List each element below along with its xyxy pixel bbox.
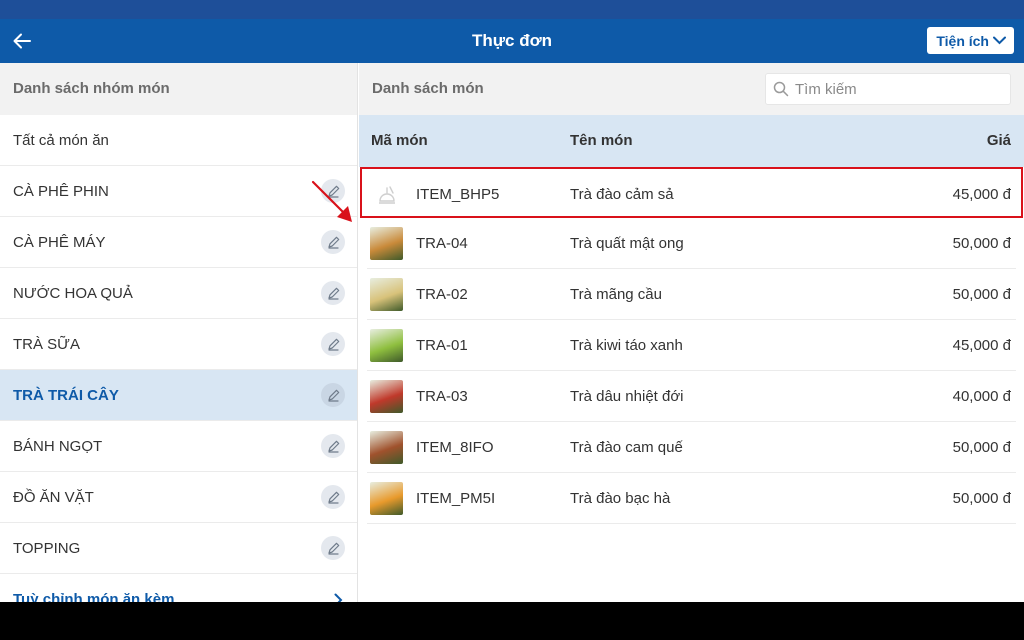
item-code: ITEM_8IFO [416, 439, 494, 456]
item-price: 50,000 đ [952, 286, 1011, 303]
column-header-name: Tên món [570, 132, 633, 149]
table-row[interactable]: ITEM_BHP5 Trà đào cảm sả 45,000 đ [360, 167, 1023, 218]
table-row[interactable]: TRA-02 Trà mãng cầu 50,000 đ [367, 269, 1016, 320]
item-name: Trà kiwi táo xanh [570, 337, 683, 354]
annotation-arrow [311, 180, 352, 222]
utility-label: Tiện ích [936, 32, 989, 49]
pencil-icon [327, 338, 339, 351]
search-icon [773, 81, 789, 97]
item-price: 40,000 đ [952, 388, 1011, 405]
item-name: Trà đào bạc hà [570, 490, 671, 507]
table-row[interactable]: ITEM_PM5I Trà đào bạc hà 50,000 đ [367, 473, 1016, 524]
table-row[interactable]: ITEM_8IFO Trà đào cam quế 50,000 đ [367, 422, 1016, 473]
main-content: Danh sách nhóm món Tất cả món ăn CÀ PHÊ P… [0, 63, 1024, 602]
edit-group-button[interactable] [321, 281, 345, 305]
utility-dropdown-button[interactable]: Tiện ích [927, 27, 1014, 54]
page-title: Thực đơn [471, 31, 553, 50]
group-list: Tất cả món ăn CÀ PHÊ PHIN CÀ PHÊ MÁY NƯỚC H… [0, 115, 357, 574]
group-item-label: CÀ PHÊ MÁY [13, 234, 106, 251]
item-list-panel: Danh sách món Mã món Tên món Giá ITEM_BH… [359, 63, 1024, 602]
item-code: TRA-04 [416, 235, 468, 252]
item-name: Trà đào cam quế [570, 439, 683, 456]
group-item-label: CÀ PHÊ PHIN [13, 183, 109, 200]
item-code: TRA-03 [416, 388, 468, 405]
group-item[interactable]: ĐỒ ĂN VẶT [0, 472, 357, 523]
group-item-label: TRÀ SỮA [13, 336, 80, 353]
group-item[interactable]: Tất cả món ăn [0, 115, 357, 166]
group-item[interactable]: CÀ PHÊ MÁY [0, 217, 357, 268]
group-item-label: BÁNH NGỌT [13, 438, 103, 455]
item-code: TRA-01 [416, 337, 468, 354]
item-thumbnail [370, 227, 403, 260]
group-item[interactable]: BÁNH NGỌT [0, 421, 357, 472]
column-header-price: Giá [986, 132, 1011, 149]
status-bar [0, 0, 1024, 19]
edit-group-button[interactable] [321, 536, 345, 560]
table-header: Mã món Tên món Giá [359, 115, 1024, 167]
group-item[interactable]: CÀ PHÊ PHIN [0, 166, 357, 217]
group-item-label: ĐỒ ĂN VẶT [13, 489, 94, 506]
item-code: ITEM_BHP5 [416, 186, 500, 203]
item-table-body: ITEM_BHP5 Trà đào cảm sả 45,000 đ TRA-04 Trà… [359, 167, 1024, 524]
pencil-icon [327, 389, 339, 402]
chevron-right-icon [334, 593, 343, 602]
item-name: Trà quất mật ong [570, 235, 684, 252]
pencil-icon [327, 491, 339, 504]
group-item-label: TOPPING [13, 540, 81, 557]
item-code: ITEM_PM5I [416, 490, 496, 507]
pencil-icon [327, 440, 339, 453]
pencil-icon [327, 542, 339, 555]
table-row[interactable]: TRA-01 Trà kiwi táo xanh 45,000 đ [367, 320, 1016, 371]
item-price: 50,000 đ [952, 439, 1011, 456]
item-code: TRA-02 [416, 286, 468, 303]
group-item-label: Tất cả món ăn [13, 132, 109, 149]
group-item[interactable]: TRÀ SỮA [0, 319, 357, 370]
edit-group-button[interactable] [321, 332, 345, 356]
item-price: 45,000 đ [952, 186, 1011, 203]
group-item-label: TRÀ TRÁI CÂY [13, 387, 119, 404]
custom-side-dish-link[interactable]: Tuỳ chỉnh món ăn kèm [0, 574, 357, 602]
custom-side-dish-label: Tuỳ chỉnh món ăn kèm [13, 591, 175, 602]
edit-group-button[interactable] [321, 485, 345, 509]
search-input[interactable] [795, 80, 995, 98]
chevron-down-icon [993, 36, 1006, 45]
table-row[interactable]: TRA-04 Trà quất mật ong 50,000 đ [367, 218, 1016, 269]
item-thumbnail [370, 431, 403, 464]
app-bar: Thực đơn Tiện ích [0, 19, 1024, 63]
bottom-bar [0, 602, 1024, 640]
food-placeholder-icon [370, 178, 403, 211]
group-item-label: NƯỚC HOA QUẢ [13, 285, 133, 302]
item-price: 45,000 đ [952, 337, 1011, 354]
group-item[interactable]: TRÀ TRÁI CÂY [0, 370, 357, 421]
pencil-icon [327, 236, 339, 249]
item-list-title: Danh sách món [372, 80, 484, 97]
item-thumbnail [370, 278, 403, 311]
group-list-panel: Danh sách nhóm món Tất cả món ăn CÀ PHÊ P… [0, 63, 358, 602]
item-name: Trà dâu nhiệt đới [570, 388, 684, 405]
group-list-header: Danh sách nhóm món [0, 63, 357, 115]
item-price: 50,000 đ [952, 235, 1011, 252]
edit-group-button[interactable] [321, 434, 345, 458]
item-list-header: Danh sách món [359, 63, 1024, 115]
pencil-icon [327, 287, 339, 300]
item-thumbnail [370, 329, 403, 362]
edit-group-button[interactable] [321, 383, 345, 407]
item-name: Trà mãng cầu [570, 286, 662, 303]
item-thumbnail [370, 482, 403, 515]
group-item[interactable]: NƯỚC HOA QUẢ [0, 268, 357, 319]
item-price: 50,000 đ [952, 490, 1011, 507]
search-box[interactable] [765, 73, 1011, 105]
column-header-code: Mã món [371, 132, 428, 149]
table-row[interactable]: TRA-03 Trà dâu nhiệt đới 40,000 đ [367, 371, 1016, 422]
item-thumbnail [370, 380, 403, 413]
item-name: Trà đào cảm sả [570, 186, 674, 203]
edit-group-button[interactable] [321, 230, 345, 254]
group-item[interactable]: TOPPING [0, 523, 357, 574]
